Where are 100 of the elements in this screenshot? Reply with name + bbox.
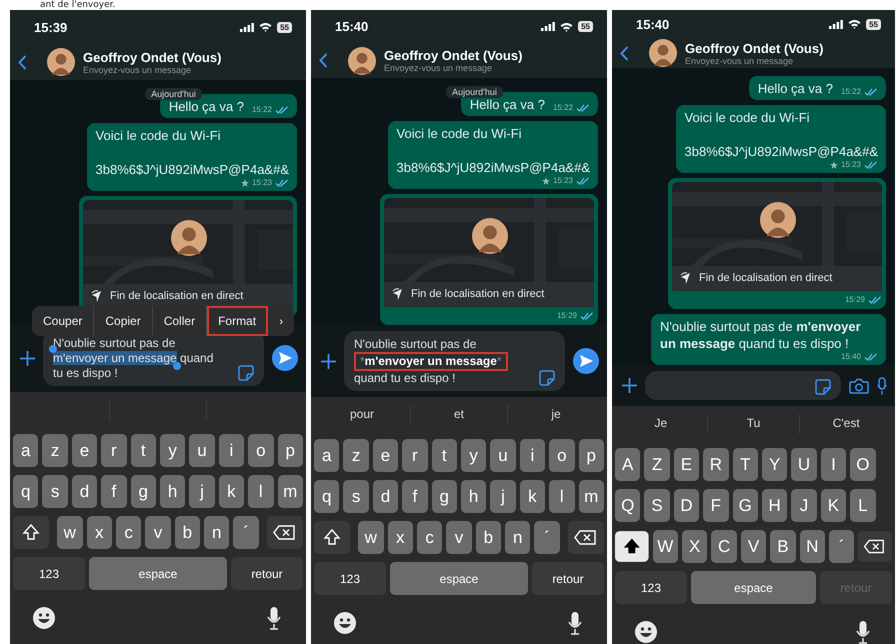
keyboard-key[interactable]: e <box>72 434 98 467</box>
keyboard-key[interactable]: E <box>674 448 700 481</box>
keyboard-key[interactable]: H <box>762 489 788 522</box>
keyboard-key[interactable]: G <box>732 489 758 522</box>
shift-key[interactable] <box>615 530 649 563</box>
plus-icon[interactable] <box>321 354 336 369</box>
keyboard-key[interactable]: p <box>278 434 303 467</box>
back-icon[interactable] <box>18 54 27 70</box>
keyboard-key[interactable]: N <box>800 530 825 563</box>
send-button[interactable] <box>272 345 298 371</box>
emoji-icon[interactable] <box>334 612 356 634</box>
keyboard-key[interactable]: y <box>460 439 486 472</box>
keyboard-key[interactable]: K <box>820 489 846 522</box>
keyboard-key[interactable]: w <box>358 521 384 554</box>
keyboard-key[interactable]: w <box>57 516 83 549</box>
keyboard-key[interactable]: q <box>314 480 340 514</box>
keyboard-key[interactable]: B <box>770 530 796 563</box>
keyboard-key[interactable]: W <box>652 530 678 563</box>
sticker-icon[interactable] <box>238 365 254 381</box>
keyboard-key[interactable]: h <box>160 475 186 508</box>
keyboard-key[interactable]: c <box>116 516 142 549</box>
keyboard-key[interactable]: I <box>820 448 846 481</box>
keyboard-key[interactable]: x <box>388 521 413 554</box>
shift-key[interactable] <box>13 516 49 549</box>
keyboard-key[interactable]: d <box>72 475 98 508</box>
keyboard-key[interactable]: t <box>432 439 457 472</box>
keyboard-key[interactable]: d <box>372 480 398 514</box>
suggestion-item[interactable]: Je <box>654 416 668 430</box>
camera-icon[interactable] <box>849 378 869 394</box>
keyboard-key[interactable]: b <box>476 521 502 554</box>
keyboard-key[interactable]: T <box>732 448 758 481</box>
menu-item[interactable]: Format <box>207 306 268 336</box>
keyboard-key[interactable]: F <box>703 489 729 522</box>
keyboard-key[interactable]: m <box>578 480 604 514</box>
keyboard-key[interactable]: e <box>372 439 398 472</box>
backspace-key[interactable] <box>266 516 303 549</box>
keyboard-key[interactable]: n <box>505 521 530 554</box>
plus-icon[interactable] <box>20 350 35 366</box>
keyboard-key[interactable]: L <box>850 489 876 522</box>
keyboard-key[interactable]: p <box>578 439 604 472</box>
keyboard-key[interactable]: i <box>520 439 546 472</box>
keyboard-key[interactable]: u <box>189 434 215 467</box>
backspace-key[interactable] <box>858 530 892 563</box>
sticker-icon[interactable] <box>815 379 831 395</box>
microphone-icon[interactable] <box>856 620 870 644</box>
numbers-key[interactable]: 123 <box>314 562 386 596</box>
keyboard-key[interactable]: u <box>490 439 516 472</box>
numbers-key[interactable]: 123 <box>615 571 687 604</box>
keyboard-key[interactable]: ´ <box>534 521 560 554</box>
keyboard-key[interactable]: k <box>520 480 546 514</box>
return-key[interactable]: retour <box>231 557 303 590</box>
keyboard-key[interactable]: j <box>189 475 215 508</box>
keyboard-key[interactable]: D <box>674 489 700 522</box>
suggestion-item[interactable]: C'est <box>832 416 860 430</box>
suggestion-item[interactable]: je <box>551 407 561 422</box>
return-key[interactable]: retour <box>532 562 604 596</box>
keyboard-key[interactable]: l <box>549 480 575 514</box>
back-icon[interactable] <box>319 53 328 68</box>
keyboard-key[interactable]: v <box>446 521 472 554</box>
microphone-icon[interactable] <box>568 611 582 636</box>
space-key[interactable]: espace <box>390 562 528 596</box>
keyboard-key[interactable]: v <box>145 516 171 549</box>
emoji-icon[interactable] <box>33 607 55 629</box>
keyboard-key[interactable]: s <box>42 475 68 508</box>
keyboard-key[interactable]: t <box>130 434 156 467</box>
keyboard-key[interactable]: f <box>402 480 428 514</box>
keyboard-key[interactable]: g <box>432 480 457 514</box>
keyboard-key[interactable]: f <box>101 475 127 508</box>
keyboard-key[interactable]: r <box>402 439 428 472</box>
keyboard-key[interactable]: z <box>343 439 369 472</box>
keyboard-key[interactable]: x <box>86 516 112 549</box>
keyboard-key[interactable]: o <box>549 439 575 472</box>
numbers-key[interactable]: 123 <box>13 557 85 590</box>
back-icon[interactable] <box>620 46 629 61</box>
backspace-key[interactable] <box>568 521 604 554</box>
suggestion-item[interactable]: et <box>454 407 464 422</box>
keyboard-key[interactable]: q <box>13 475 38 508</box>
keyboard-key[interactable]: C <box>711 530 737 563</box>
send-button[interactable] <box>573 348 599 374</box>
keyboard-key[interactable]: m <box>278 475 303 508</box>
keyboard-key[interactable]: h <box>460 480 486 514</box>
keyboard-key[interactable]: U <box>791 448 817 481</box>
emoji-icon[interactable] <box>635 621 657 643</box>
keyboard-key[interactable]: r <box>101 434 127 467</box>
keyboard-key[interactable]: s <box>343 480 369 514</box>
shift-key[interactable] <box>314 521 350 554</box>
keyboard-key[interactable]: ´ <box>233 516 259 549</box>
keyboard-key[interactable]: j <box>490 480 516 514</box>
keyboard-key[interactable]: i <box>218 434 244 467</box>
keyboard-key[interactable]: Y <box>762 448 788 481</box>
keyboard-key[interactable]: A <box>615 448 640 481</box>
sticker-icon[interactable] <box>539 370 555 386</box>
space-key[interactable]: espace <box>89 557 227 590</box>
keyboard-key[interactable]: Q <box>615 489 640 522</box>
keyboard-key[interactable]: y <box>160 434 186 467</box>
keyboard-key[interactable]: R <box>703 448 729 481</box>
plus-icon[interactable] <box>622 378 637 393</box>
keyboard-key[interactable]: Z <box>644 448 670 481</box>
message-field[interactable]: N'oublie surtout pas de *m'envoyer un message* quand tu es dispo ! <box>344 331 565 392</box>
suggestion-item[interactable]: Tu <box>746 416 760 430</box>
